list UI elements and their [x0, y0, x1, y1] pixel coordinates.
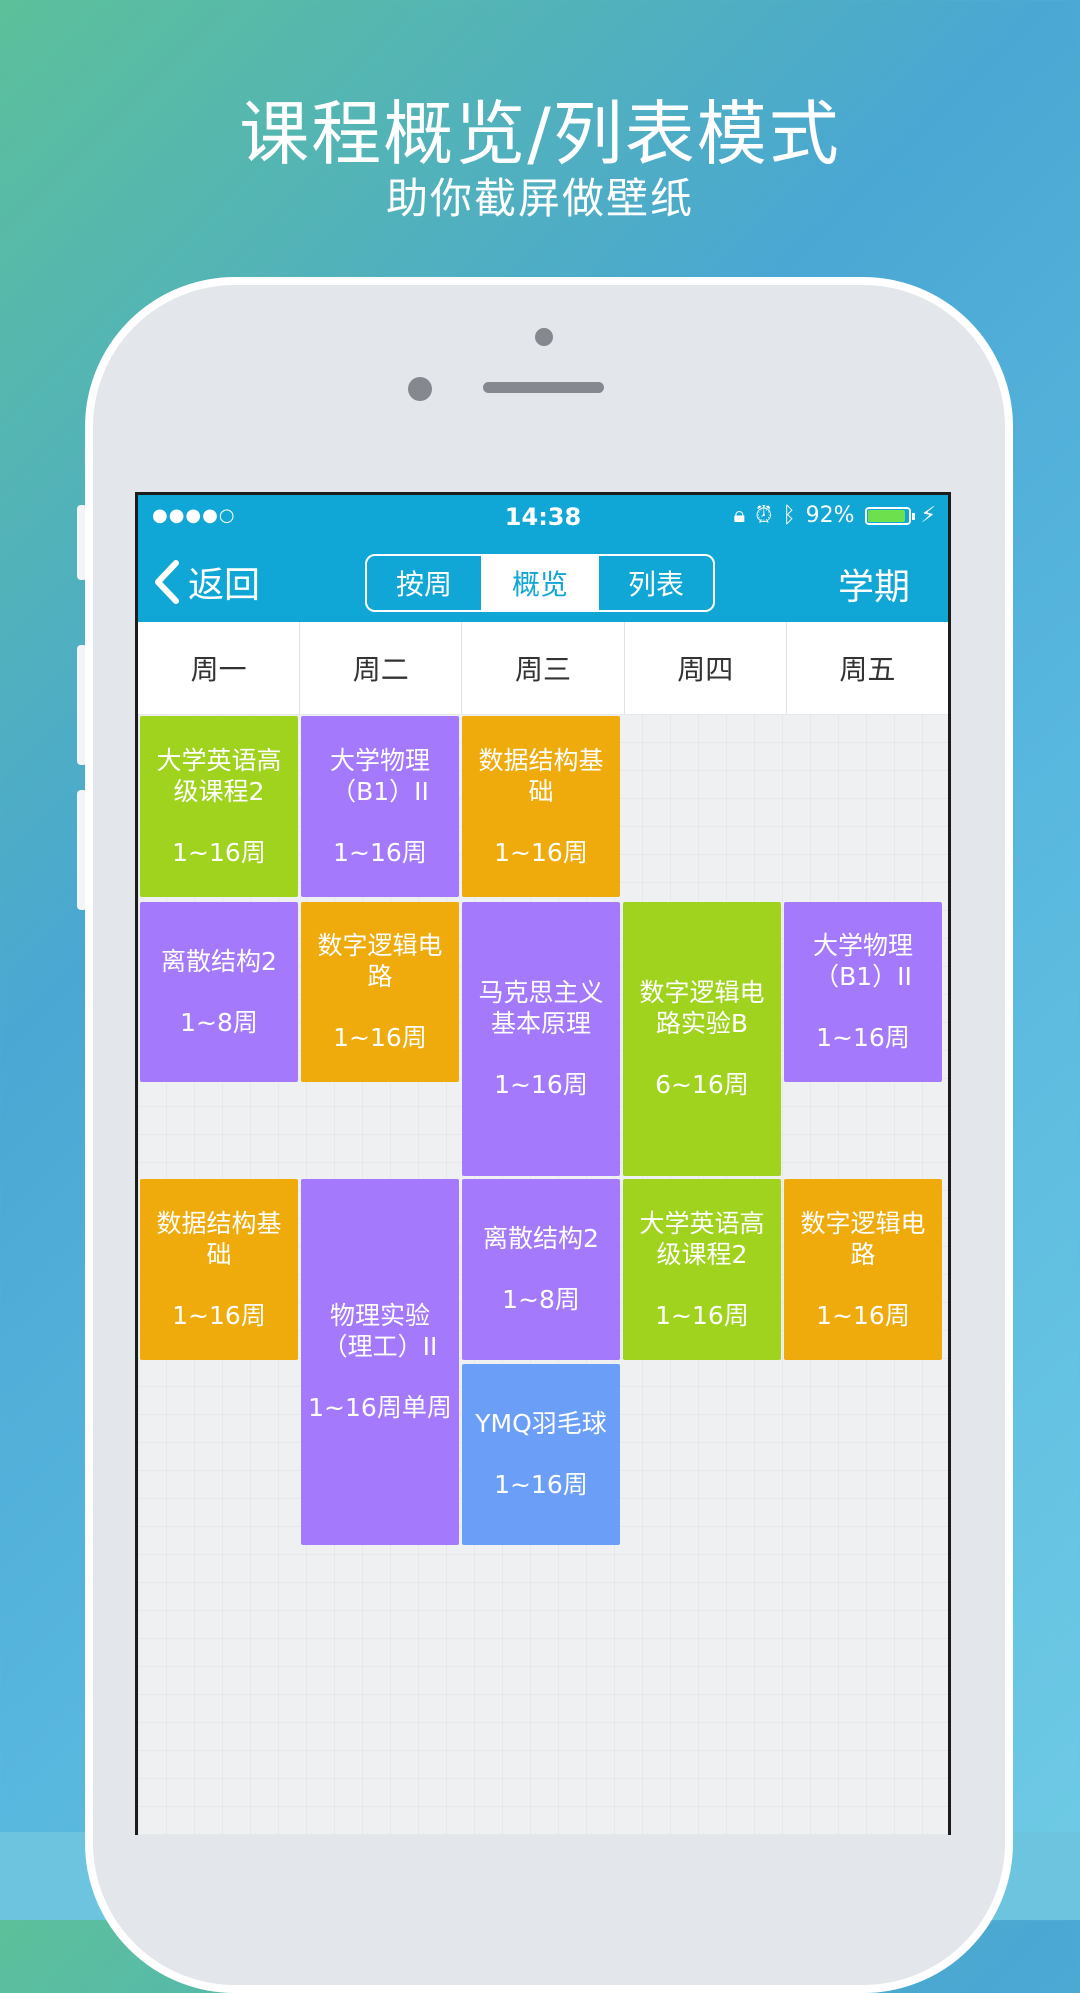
term-button[interactable]: 学期 — [838, 558, 910, 610]
course-weeks: 6~16周 — [655, 1070, 749, 1099]
status-bar: ●●●●○ 14:38 🔒︎ ⏰︎ ᛒ 92% ⚡︎ — [138, 495, 948, 540]
earpiece-speaker — [483, 382, 604, 393]
course-weeks: 1~8周 — [180, 1007, 258, 1037]
alarm-icon: ⏰︎ — [755, 503, 773, 528]
course-name: 大学物理（B1）II — [329, 745, 430, 806]
course-weeks: 1~16周 — [816, 1300, 910, 1330]
tab-overview[interactable]: 概览 — [481, 556, 597, 610]
course-card[interactable]: 马克思主义基本原理 1~16周 — [462, 902, 620, 1176]
day-header: 周一 — [138, 622, 301, 714]
course-card[interactable]: 数据结构基础 1~16周 — [462, 716, 620, 897]
course-name: YMQ羽毛球 — [475, 1409, 607, 1438]
course-weeks: 1~8周 — [502, 1285, 580, 1314]
battery-level — [867, 509, 905, 522]
status-indicators: 🔒︎ ⏰︎ ᛒ 92% ⚡︎ — [734, 503, 936, 528]
course-card[interactable]: 大学物理（B1）II 1~16周 — [784, 902, 942, 1082]
course-card[interactable]: 物理实验（理工）II 1~16周单周 — [301, 1179, 459, 1545]
promo-subtitle: 助你截屏做壁纸 — [385, 174, 694, 223]
day-header: 周五 — [839, 653, 896, 686]
sensor-dot — [535, 328, 553, 346]
promo-title: 课程概览/列表模式 — [239, 93, 841, 175]
phone-screen: ●●●●○ 14:38 🔒︎ ⏰︎ ᛒ 92% ⚡︎ 返回 按周 概览 列表 学… — [135, 492, 951, 1835]
course-weeks: 1~16周 — [494, 1070, 588, 1099]
course-name: 数字逻辑电路实验B — [639, 978, 765, 1038]
course-name: 物理实验（理工）II — [322, 1301, 438, 1361]
course-weeks: 1~16周 — [333, 1023, 427, 1052]
course-card[interactable]: 数字逻辑电路 1~16周 — [784, 1179, 942, 1360]
view-mode-segmented-control: 按周 概览 列表 — [365, 554, 715, 612]
course-name: 大学英语高级课程2 — [156, 745, 282, 806]
course-name: 数字逻辑电路 — [317, 931, 443, 991]
battery-icon — [864, 506, 915, 525]
course-card[interactable]: 大学物理（B1）II 1~16周 — [301, 716, 459, 897]
day-header: 周三 — [462, 622, 625, 714]
course-weeks: 1~16周 — [655, 1300, 749, 1330]
front-camera — [408, 377, 432, 401]
day-header: 周四 — [625, 622, 787, 714]
tab-list[interactable]: 列表 — [597, 556, 713, 610]
course-name: 数据结构基础 — [156, 1208, 282, 1269]
course-card[interactable]: 离散结构2 1~8周 — [140, 902, 298, 1082]
timetable-grid: 大学英语高级课程2 1~16周 大学物理（B1）II 1~16周 数据结构基础 … — [138, 714, 948, 1835]
course-card[interactable]: 数字逻辑电路实验B 6~16周 — [623, 902, 781, 1176]
course-weeks: 1~16周 — [494, 837, 588, 867]
course-card[interactable]: YMQ羽毛球 1~16周 — [462, 1364, 620, 1545]
day-header: 周二 — [300, 622, 463, 714]
course-card[interactable]: 数字逻辑电路 1~16周 — [301, 902, 459, 1082]
course-weeks: 1~16周 — [172, 1300, 266, 1330]
tab-by-week[interactable]: 按周 — [367, 556, 481, 610]
course-weeks: 1~16周单周 — [308, 1393, 452, 1422]
rotation-lock-icon: 🔒︎ — [733, 503, 746, 528]
navigation-bar: 返回 按周 概览 列表 学期 — [138, 540, 948, 622]
chevron-left-icon — [155, 560, 179, 604]
back-label: 返回 — [188, 565, 261, 606]
course-weeks: 1~16周 — [172, 837, 266, 867]
course-weeks: 1~16周 — [333, 837, 427, 867]
course-name: 离散结构2 — [161, 946, 277, 976]
course-name: 数据结构基础 — [478, 745, 604, 806]
course-name: 数字逻辑电路 — [800, 1208, 926, 1269]
battery-percent: 92% — [805, 503, 855, 528]
course-card[interactable]: 离散结构2 1~8周 — [462, 1179, 620, 1360]
charging-icon: ⚡︎ — [920, 503, 936, 528]
weekday-header: 周一 周二 周三 周四 周五 — [138, 622, 948, 715]
course-name: 大学英语高级课程2 — [639, 1208, 765, 1269]
bluetooth-icon: ᛒ — [782, 503, 796, 528]
course-card[interactable]: 大学英语高级课程2 1~16周 — [140, 716, 298, 897]
course-name: 离散结构2 — [483, 1224, 599, 1253]
course-weeks: 1~16周 — [816, 1023, 910, 1052]
back-button[interactable]: 返回 — [152, 556, 260, 608]
course-card[interactable]: 大学英语高级课程2 1~16周 — [623, 1179, 781, 1360]
course-name: 大学物理（B1）II — [812, 931, 913, 991]
course-weeks: 1~16周 — [494, 1470, 588, 1499]
course-name: 马克思主义基本原理 — [478, 978, 604, 1038]
course-card[interactable]: 数据结构基础 1~16周 — [140, 1179, 298, 1360]
